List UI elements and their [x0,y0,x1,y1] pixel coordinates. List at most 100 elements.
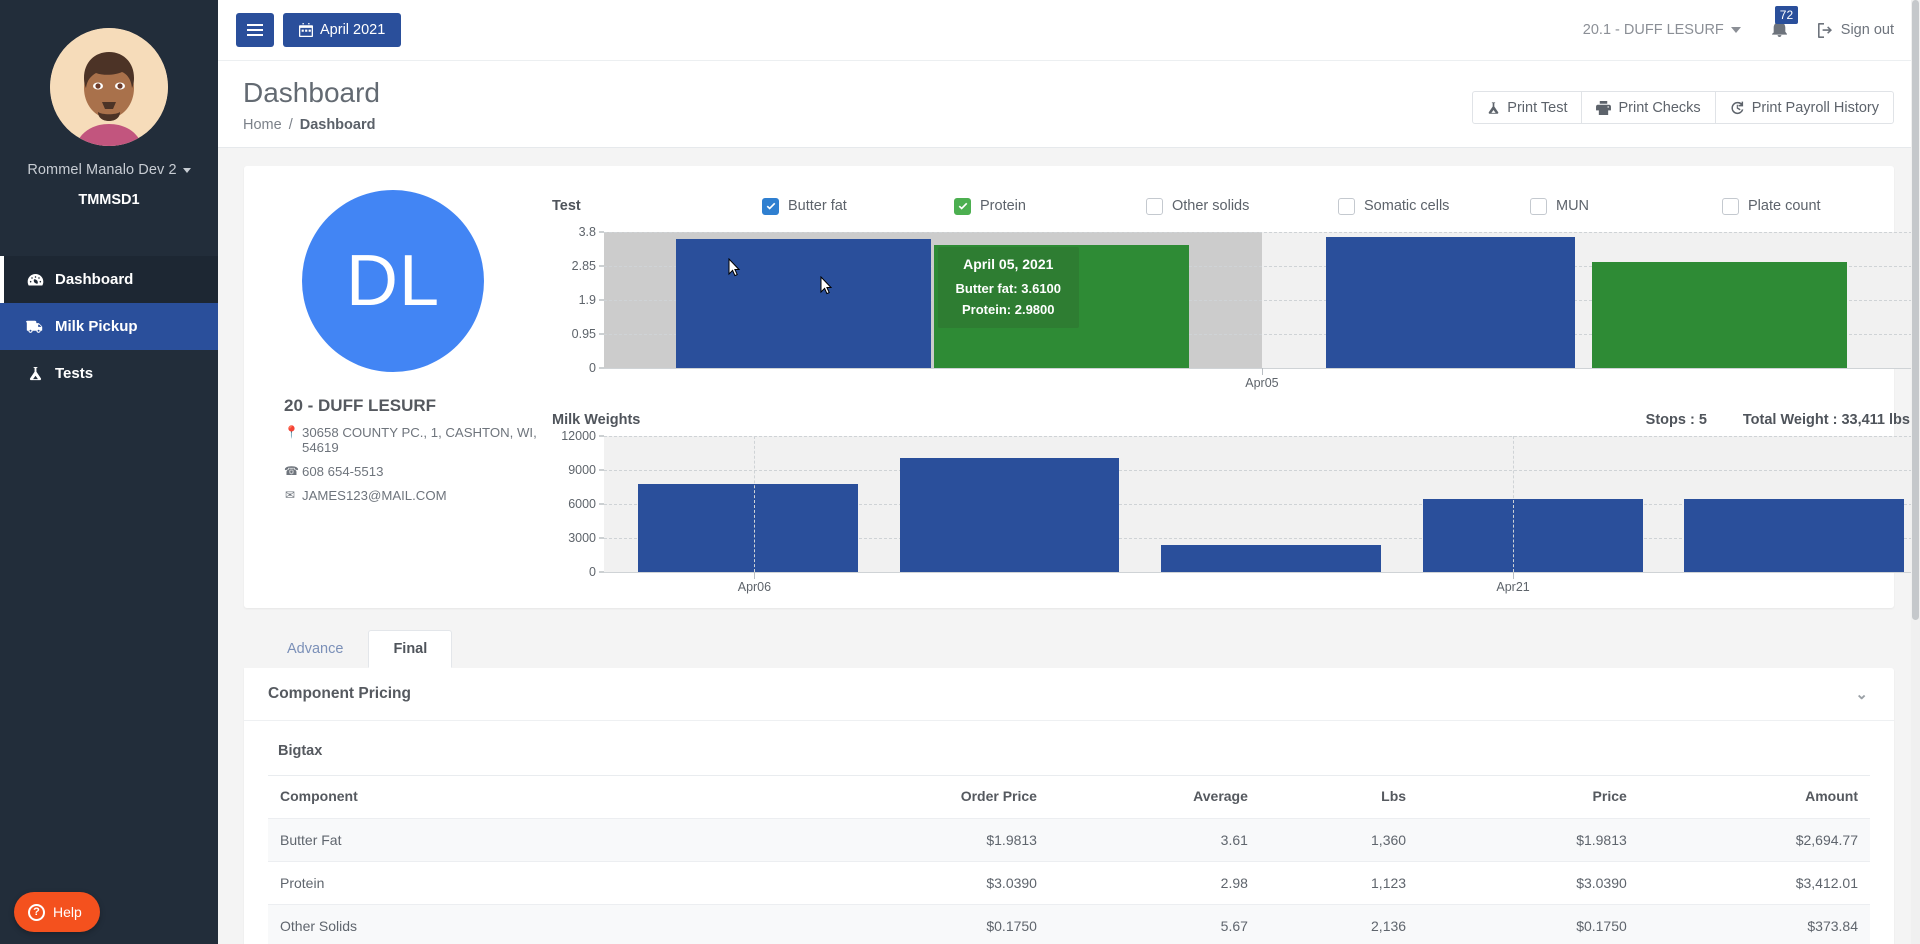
producer-phone-row: ☎ 608 654-5513 [284,464,538,479]
print-test-button[interactable]: Print Test [1472,91,1583,124]
checkbox-box [1530,197,1547,215]
hamburger-icon [247,24,263,36]
cell-order-price: $3.0390 [780,861,1049,905]
map-pin-icon: 📍 [284,425,299,440]
chart-bar[interactable] [1326,237,1575,369]
notifications-button[interactable]: 72 [1767,5,1799,44]
month-picker-button[interactable]: April 2021 [283,13,402,47]
total-weight: Total Weight : 33,411 lbs. [1742,412,1914,429]
checkbox-box [1146,197,1163,215]
cell-average: 3.61 [1048,818,1260,862]
print-checks-button[interactable]: Print Checks [1581,91,1716,124]
y-axis-tick-label: 12000 [561,429,596,444]
content-area: DL 20 - DUFF LESURF 📍 30658 COUNTY PC., … [218,166,1920,944]
col-order-price: Order Price [780,775,1049,819]
checkbox-plate-count[interactable]: Plate count [1722,197,1914,215]
scrollbar-thumb[interactable] [1912,0,1919,620]
breadcrumb: Home / Dashboard [243,117,380,133]
flask-icon [1488,101,1499,114]
sidebar-profile-code: TMMSD1 [78,192,140,208]
sidebar-nav: Dashboard Milk Pickup Tests [0,256,218,397]
mouse-cursor [728,257,741,278]
cell-order-price: $1.9813 [780,818,1049,862]
envelope-icon: ✉ [284,488,296,503]
avatar[interactable] [50,28,168,146]
producer-name: 20 - DUFF LESURF [284,396,437,416]
chart-bar[interactable] [899,457,1120,573]
chart-bar[interactable] [1684,498,1905,573]
cell-component: Other Solids [268,904,781,944]
sidebar-item-milk-pickup[interactable]: Milk Pickup [0,303,218,350]
checkbox-mun[interactable]: MUN [1530,197,1722,215]
chevron-down-icon [1730,27,1741,33]
hamburger-menu-button[interactable] [236,13,274,47]
producer-address-row: 📍 30658 COUNTY PC., 1, CASHTON, WI, 5461… [284,425,538,455]
print-payroll-history-button[interactable]: Print Payroll History [1714,91,1894,124]
cell-price: $0.1750 [1418,904,1639,944]
scrollbar-track[interactable] [1911,0,1920,944]
truck-icon [26,319,44,335]
table-row: Protein $3.0390 2.98 1,123 $3.0390 $3,41… [268,861,1870,905]
account-selector[interactable]: 20.1 - DUFF LESURF [1583,22,1741,38]
checkbox-box [762,197,779,215]
x-axis-tick [1261,368,1263,376]
table-row: Other Solids $0.1750 5.67 2,136 $0.1750 … [268,904,1870,944]
sidebar-item-tests[interactable]: Tests [0,350,218,397]
checkbox-butter-fat[interactable]: Butter fat [762,197,954,215]
page-title: Dashboard [243,77,380,108]
x-axis-tick [754,572,756,580]
dashboard-icon [26,272,44,288]
section-tabs: Advance Final [244,630,1894,669]
tab-final[interactable]: Final [368,630,453,669]
cell-average: 2.98 [1048,861,1260,905]
checkbox-other-solids[interactable]: Other solids [1146,197,1338,215]
cell-amount: $3,412.01 [1638,861,1870,905]
cell-amount: $373.84 [1638,904,1870,944]
chart-bar[interactable] [1161,545,1381,573]
test-chart-xaxis: Apr05 [604,368,1912,394]
account-label: 20.1 - DUFF LESURF [1582,22,1724,38]
checkbox-box [954,197,971,215]
col-lbs: Lbs [1259,775,1419,819]
sign-out-button[interactable]: Sign out [1817,22,1894,38]
milk-weights-plot[interactable]: 0 3000 6000 9000 12000 [561,429,1912,579]
cell-lbs: 1,360 [1259,818,1419,862]
checkbox-somatic-cells[interactable]: Somatic cells [1338,197,1530,215]
calendar-icon [299,23,313,37]
check-icon [766,202,775,210]
chart-bar[interactable] [933,245,1189,369]
tab-advance[interactable]: Advance [262,630,368,668]
cell-lbs: 1,123 [1259,861,1419,905]
topbar-right: 20.1 - DUFF LESURF 72 Sign out [1583,5,1894,44]
table-header-row: Component Order Price Average Lbs Price … [268,775,1870,819]
producer-phone: 608 654-5513 [302,464,384,480]
page-actions: Print Test Print Checks Print Payroll Hi… [1472,91,1894,124]
table-body: Butter Fat $1.9813 3.61 1,360 $1.9813 $2… [268,818,1870,944]
sidebar-profile: Rommel Manalo Dev 2 TMMSD1 [0,0,218,214]
sign-out-label: Sign out [1840,22,1894,38]
breadcrumb-home[interactable]: Home [243,117,282,133]
test-chart-plot[interactable]: 0 0.95 1.9 2.85 3.8 April 05, 2021 Butter fat:… [572,225,1912,375]
print-payroll-label: Print Payroll History [1751,99,1879,116]
gridline-vertical [754,436,756,573]
component-pricing-panel: Component Pricing ⌄ Bigtax Component Ord… [244,668,1894,944]
help-button[interactable]: ? Help [14,892,100,932]
flask-icon [26,366,44,382]
checkbox-label: Somatic cells [1364,198,1450,215]
panel-header[interactable]: Component Pricing ⌄ [244,668,1894,722]
print-test-label: Print Test [1507,99,1568,116]
cell-lbs: 2,136 [1259,904,1419,944]
chart-bar[interactable] [638,483,858,573]
chart-bar[interactable] [675,239,931,369]
app-root: Rommel Manalo Dev 2 TMMSD1 Dashboard Mil… [0,0,1920,944]
table-row: Butter Fat $1.9813 3.61 1,360 $1.9813 $2… [268,818,1870,862]
checkbox-protein[interactable]: Protein [954,197,1146,215]
avatar-illustration [50,28,168,146]
chart-bar[interactable] [1422,498,1643,573]
profile-name-text: Rommel Manalo Dev 2 [27,162,177,178]
chevron-down-icon[interactable]: ⌄ [1855,685,1868,703]
stops-count: Stops : 5 [1645,412,1707,429]
sidebar-profile-name[interactable]: Rommel Manalo Dev 2 [27,162,191,178]
chart-bar[interactable] [1591,261,1847,369]
sidebar-item-dashboard[interactable]: Dashboard [0,256,218,303]
